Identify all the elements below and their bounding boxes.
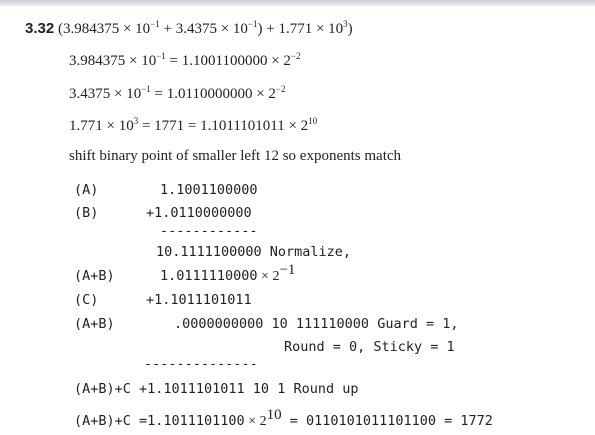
- sum-normalize: 10.1111100000 Normalize,: [156, 244, 352, 260]
- operand-c-row: (C) +1.1011101011: [74, 292, 252, 308]
- separator: ------------: [160, 223, 258, 239]
- problem-number: 3.32: [25, 20, 55, 37]
- final-result: (A+B)+C =1.1011101100 × 210 = 0110101011…: [74, 407, 493, 430]
- value-b: +1.0110000000: [146, 205, 252, 221]
- conversion-line: 1.771 × 103 = 1771 = 1.1011101011 × 210: [69, 116, 318, 135]
- top-border: [0, 0, 595, 6]
- operand-b-row: (B) +1.0110000000: [74, 205, 252, 221]
- apb-shifted-row: (A+B) .0000000000 10 111110000 Guard = 1,: [74, 316, 459, 332]
- conversion-line: 3.984375 × 10−1 = 1.1001100000 × 2−2: [69, 51, 301, 70]
- label-b: (B): [74, 205, 99, 221]
- result-round-up: (A+B)+C +1.1011101011 10 1 Round up: [74, 381, 359, 397]
- value-a: 1.1001100000: [160, 182, 258, 198]
- problem-expression: (3.984375 × 10−1 + 3.4375 × 10−1) + 1.77…: [57, 19, 353, 38]
- round-sticky: Round = 0, Sticky = 1: [284, 339, 455, 355]
- conversion-line: 3.4375 × 10−1 = 1.0110000000 × 2−2: [69, 84, 286, 103]
- apb-row: (A+B) 1.0111110000 × 2−1: [74, 262, 296, 285]
- label-a: (A): [74, 182, 99, 198]
- operand-a-row: (A) 1.1001100000: [74, 182, 258, 198]
- shift-note: shift binary point of smaller left 12 so…: [69, 148, 402, 164]
- problem-header: 3.32 (3.984375 × 10−1 + 3.4375 × 10−1) +…: [25, 20, 353, 38]
- separator: --------------: [144, 356, 258, 372]
